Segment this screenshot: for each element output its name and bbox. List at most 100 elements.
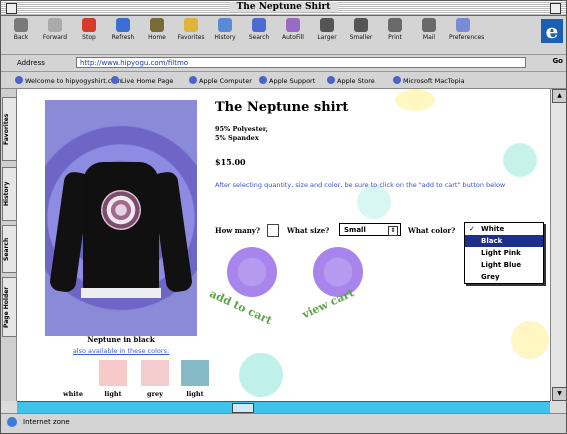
stop-icon [82, 18, 96, 32]
product-image [45, 100, 197, 336]
page-content: Neptune in black also available in these… [17, 89, 550, 401]
preferences-icon [456, 18, 470, 32]
decorative-flower [239, 353, 283, 397]
title-bar[interactable]: The Neptune Shirt [1, 1, 566, 16]
forward-arrow-icon [48, 18, 62, 32]
color-label: What color? [408, 226, 456, 235]
back-arrow-icon [14, 18, 28, 32]
color-option[interactable]: Grey [465, 271, 543, 283]
address-label: Address [17, 59, 45, 67]
scroll-up-icon[interactable]: ▲ [552, 89, 566, 103]
favorite-link[interactable]: Apple Computer [189, 76, 252, 85]
color-swatch[interactable] [181, 360, 209, 386]
tab-page-holder[interactable]: Page Holder [2, 277, 17, 337]
scroll-thumb[interactable] [232, 403, 254, 413]
favorite-icon [393, 76, 401, 84]
available-colors-link[interactable]: also available in these colors: [45, 347, 197, 355]
quantity-input[interactable] [267, 224, 279, 237]
horizontal-scrollbar[interactable] [17, 401, 550, 413]
color-option[interactable]: ✓ White [465, 223, 543, 235]
mail-icon [422, 18, 436, 32]
window-title: The Neptune Shirt [228, 2, 339, 12]
favorites-bar: Welcome to hipyogyshirt.com Live Home Pag… [1, 72, 566, 89]
add-to-cart-button[interactable]: add to cart [208, 247, 293, 327]
favorite-icon [111, 76, 119, 84]
vertical-scrollbar[interactable]: ▲ ▼ [550, 89, 566, 401]
decorative-flower [511, 321, 549, 359]
color-swatch[interactable] [59, 360, 87, 386]
autofill-button[interactable]: AutoFill [279, 18, 307, 41]
material-info: 95% Polyester, 5% Spandex [215, 125, 268, 142]
instructions-text: After selecting quantity, size and color… [215, 181, 506, 189]
color-option[interactable]: Light Blue [465, 259, 543, 271]
select-arrow-icon: ⇕ [388, 226, 398, 236]
print-button[interactable]: Print [381, 18, 409, 41]
forward-button[interactable]: Forward [41, 18, 69, 41]
product-title: The Neptune shirt [215, 100, 349, 115]
mail-button[interactable]: Mail [415, 18, 443, 41]
flower-icon [227, 247, 277, 297]
tab-history[interactable]: History [2, 167, 17, 221]
favorite-icon [327, 76, 335, 84]
favorite-link[interactable]: Microsoft MacTopia [393, 76, 465, 85]
zoom-box[interactable] [550, 3, 561, 14]
color-option[interactable]: Black [465, 235, 543, 247]
refresh-icon [116, 18, 130, 32]
go-button[interactable]: Go [552, 57, 563, 65]
color-dropdown-menu[interactable]: ✓ White Black Light Pink Light Blue Grey [464, 222, 544, 284]
smaller-text-icon [354, 18, 368, 32]
quantity-label: How many? [215, 226, 260, 235]
toolbar: Back Forward Stop Refresh Home Favorites Histo… [1, 16, 566, 55]
refresh-button[interactable]: Refresh [109, 18, 137, 41]
back-button[interactable]: Back [7, 18, 35, 41]
status-bar: Internet zone [1, 413, 566, 433]
product-price: $15.00 [215, 157, 246, 167]
size-select[interactable]: Small ⇕ [339, 223, 401, 236]
favorite-link[interactable]: Apple Support [259, 76, 315, 85]
status-zone: Internet zone [23, 418, 70, 426]
autofill-icon [286, 18, 300, 32]
history-button[interactable]: History [211, 18, 239, 41]
decorative-flower [395, 89, 435, 111]
stop-button[interactable]: Stop [75, 18, 103, 41]
tab-search[interactable]: Search [2, 225, 17, 273]
globe-icon [7, 417, 17, 427]
checkmark-icon: ✓ [469, 225, 475, 233]
home-icon [150, 18, 164, 32]
image-caption: Neptune in black [87, 335, 155, 344]
view-cart-button[interactable]: view cart [299, 247, 379, 321]
color-swatch[interactable] [141, 360, 169, 386]
decorative-flower [357, 185, 391, 219]
favorites-icon [184, 18, 198, 32]
ie-logo-icon: e [541, 19, 563, 43]
address-bar: Address http://www.hipyogu.com/filtmo Go [1, 55, 566, 72]
favorite-link[interactable]: Apple Store [327, 76, 375, 85]
scroll-down-icon[interactable]: ▼ [552, 387, 566, 401]
preferences-button[interactable]: Preferences [449, 18, 484, 41]
favorites-button[interactable]: Favorites [177, 18, 205, 41]
swatch-label: white [63, 390, 83, 398]
smaller-button[interactable]: Smaller [347, 18, 375, 41]
decorative-flower [503, 143, 537, 177]
address-input[interactable]: http://www.hipyogu.com/filtmo [76, 57, 526, 68]
larger-text-icon [320, 18, 334, 32]
print-icon [388, 18, 402, 32]
history-icon [218, 18, 232, 32]
tab-favorites[interactable]: Favorites [2, 97, 17, 161]
search-button[interactable]: Search [245, 18, 273, 41]
swatch-label: light [104, 390, 122, 398]
size-label: What size? [287, 226, 330, 235]
larger-button[interactable]: Larger [313, 18, 341, 41]
close-box[interactable] [6, 3, 17, 14]
browser-window: The Neptune Shirt Back Forward Stop Refresh… [0, 0, 567, 434]
search-icon [252, 18, 266, 32]
explorer-bar-tabs: Favorites History Search Page Holder [1, 89, 17, 401]
color-swatch[interactable] [99, 360, 127, 386]
favorite-icon [15, 76, 23, 84]
swatch-label: grey [147, 390, 163, 398]
favorite-icon [189, 76, 197, 84]
home-button[interactable]: Home [143, 18, 171, 41]
favorite-link[interactable]: Live Home Page [111, 76, 173, 85]
color-option[interactable]: Light Pink [465, 247, 543, 259]
favorite-link[interactable]: Welcome to hipyogyshirt.com [15, 76, 122, 85]
